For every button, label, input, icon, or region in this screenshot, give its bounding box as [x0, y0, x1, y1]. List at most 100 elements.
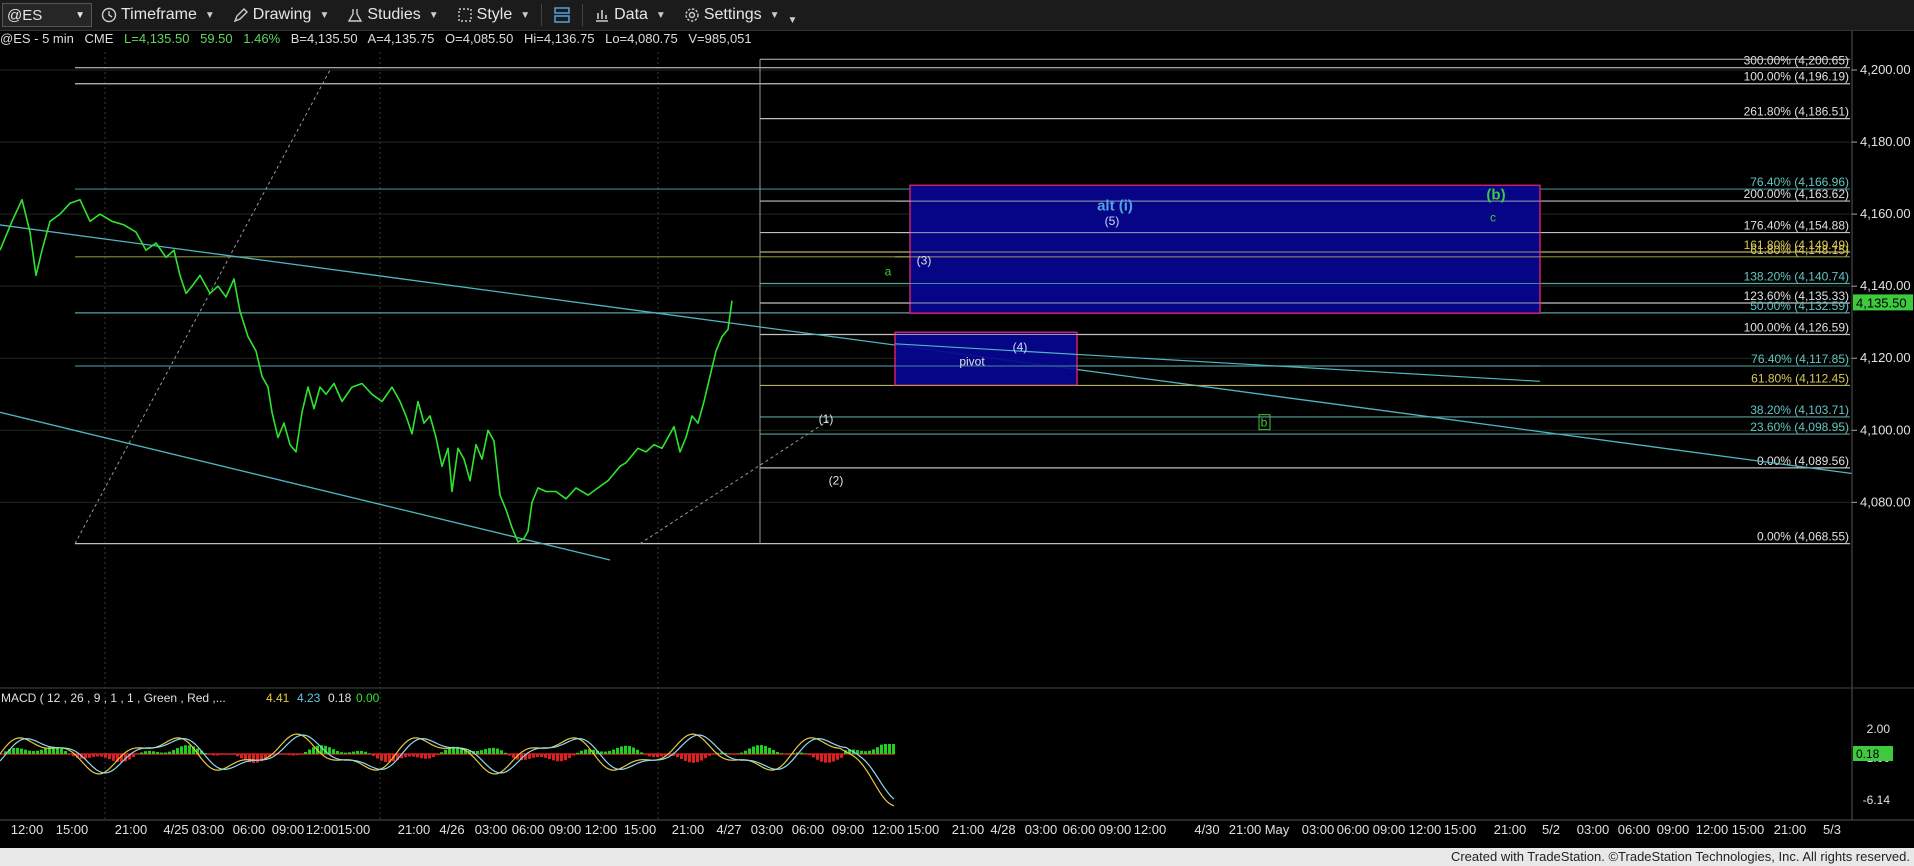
- time-tick-label: 4/25: [163, 822, 188, 837]
- time-tick-label: 21:00: [1494, 822, 1527, 837]
- dotted-trendline: [74, 69, 331, 544]
- macd-histogram-bar: [436, 754, 439, 755]
- macd-histogram-bar: [708, 754, 711, 756]
- macd-histogram-bar: [364, 751, 367, 754]
- macd-value-2: 4.23: [297, 691, 321, 705]
- fib-level-label: 61.80% (4,112.45): [1751, 371, 1849, 385]
- macd-histogram-bar: [880, 744, 883, 754]
- macd-histogram-bar: [12, 748, 15, 754]
- macd-tick-label: 2.00: [1867, 722, 1891, 736]
- time-tick-label: 03:00: [1577, 822, 1610, 837]
- time-tick-label: 09:00: [832, 822, 865, 837]
- time-tick-label: 06:00: [233, 822, 266, 837]
- macd-histogram-bar: [488, 748, 491, 754]
- wave-label: pivot: [959, 354, 985, 368]
- fib-level-label: 138.20% (4,140.74): [1744, 270, 1849, 284]
- macd-histogram-bar: [512, 754, 515, 758]
- time-tick-label: 21:00: [952, 822, 985, 837]
- macd-histogram-bar: [536, 754, 539, 758]
- macd-histogram-bar: [544, 754, 547, 758]
- time-tick-label: 06:00: [1063, 822, 1096, 837]
- macd-histogram-bar: [180, 746, 183, 754]
- macd-histogram-bar: [348, 752, 351, 754]
- macd-histogram-bar: [36, 750, 39, 754]
- price-chart[interactable]: 300.00% (4,200.65) 100.00% (4,196.19) 261.…: [0, 0, 1914, 848]
- macd-histogram-bar: [172, 750, 175, 754]
- macd-histogram-bar: [160, 752, 163, 754]
- time-tick-label: 21:00: [672, 822, 705, 837]
- footer-bar: Created with TradeStation. ©TradeStation…: [0, 848, 1914, 866]
- time-tick-label: 15:00: [1444, 822, 1477, 837]
- macd-histogram-bar: [696, 754, 699, 763]
- macd-histogram-bar: [768, 747, 771, 754]
- macd-histogram-bar: [296, 754, 299, 756]
- pivot-box: [894, 331, 1078, 387]
- macd-value-3: 0.18: [328, 691, 352, 705]
- macd-histogram-bar: [508, 754, 511, 756]
- macd-histogram-bar: [432, 754, 435, 758]
- time-tick-label: 12:00: [1134, 822, 1167, 837]
- macd-histogram-bar: [620, 746, 623, 754]
- macd-histogram-bar: [744, 750, 747, 754]
- wave-label: c: [1490, 210, 1496, 224]
- macd-histogram-bar: [220, 754, 223, 755]
- macd-histogram-bar: [96, 754, 99, 757]
- macd-histogram-bar: [828, 754, 831, 763]
- macd-histogram-bar: [140, 752, 143, 754]
- macd-histogram-bar: [628, 746, 631, 754]
- price-tick-label: 4,100.00: [1860, 422, 1911, 437]
- macd-histogram-bar: [572, 754, 575, 756]
- time-tick-label: 21:00: [398, 822, 431, 837]
- time-tick-label: 21:00: [1774, 822, 1807, 837]
- macd-histogram-bar: [328, 747, 331, 754]
- fib-level-label: 300.00% (4,200.65): [1744, 54, 1849, 68]
- time-axis-layer: 12:00 15:00 21:00 4/25 03:00 06:00 09:00 12:00 1…: [0, 819, 1914, 837]
- macd-histogram-bar: [864, 751, 867, 754]
- macd-histogram-bar: [380, 754, 383, 761]
- time-tick-label: 15:00: [338, 822, 371, 837]
- macd-histogram-bar: [504, 752, 507, 754]
- macd-histogram-bar: [636, 749, 639, 754]
- macd-histogram-bar: [800, 752, 803, 754]
- lower-trendline: [0, 411, 611, 561]
- time-tick-label: May: [1265, 822, 1290, 837]
- macd-histogram-bar: [340, 752, 343, 754]
- macd-histogram-bar: [888, 744, 891, 754]
- time-tick-label: 4/30: [1194, 822, 1219, 837]
- time-tick-label: 15:00: [56, 822, 89, 837]
- macd-histogram-bar: [164, 752, 167, 754]
- macd-histogram-bar: [360, 750, 363, 754]
- macd-line: [0, 733, 895, 807]
- macd-histogram-bar: [608, 750, 611, 754]
- macd-histogram-bar: [304, 751, 307, 754]
- macd-histogram-bar: [32, 751, 35, 754]
- fib-level-label: 200.00% (4,163.62): [1744, 187, 1849, 201]
- wave-label: (3): [917, 254, 932, 268]
- macd-histogram-bar: [404, 754, 407, 757]
- wave-label: (b): [1486, 187, 1505, 204]
- wave-label: b: [1261, 416, 1268, 430]
- macd-histogram-bar: [440, 752, 443, 754]
- macd-histogram-bar: [772, 749, 775, 754]
- macd-histogram-bar: [804, 753, 807, 754]
- macd-histogram-bar: [872, 749, 875, 754]
- wave-label: (4): [1013, 340, 1028, 354]
- macd-histogram-bar: [480, 750, 483, 754]
- macd-histogram-bar: [740, 752, 743, 754]
- time-tick-label: 06:00: [792, 822, 825, 837]
- macd-histogram-bar: [840, 754, 843, 758]
- fib-level-label: 61.80% (4,148.15): [1750, 243, 1849, 257]
- macd-histogram-bar: [184, 745, 187, 754]
- time-tick-label: 03:00: [1025, 822, 1058, 837]
- time-tick-label: 06:00: [512, 822, 545, 837]
- time-tick-label: 12:00: [1696, 822, 1729, 837]
- macd-histogram-bar: [412, 754, 415, 757]
- time-tick-label: 03:00: [192, 822, 225, 837]
- price-tick-label: 4,200.00: [1860, 62, 1911, 77]
- macd-histogram-bar: [816, 754, 819, 760]
- time-tick-label: 09:00: [1099, 822, 1132, 837]
- time-tick-label: 09:00: [272, 822, 305, 837]
- macd-histogram-bar: [40, 749, 43, 754]
- wave-label: alt (i): [1097, 198, 1133, 215]
- macd-histogram-bar: [256, 754, 259, 763]
